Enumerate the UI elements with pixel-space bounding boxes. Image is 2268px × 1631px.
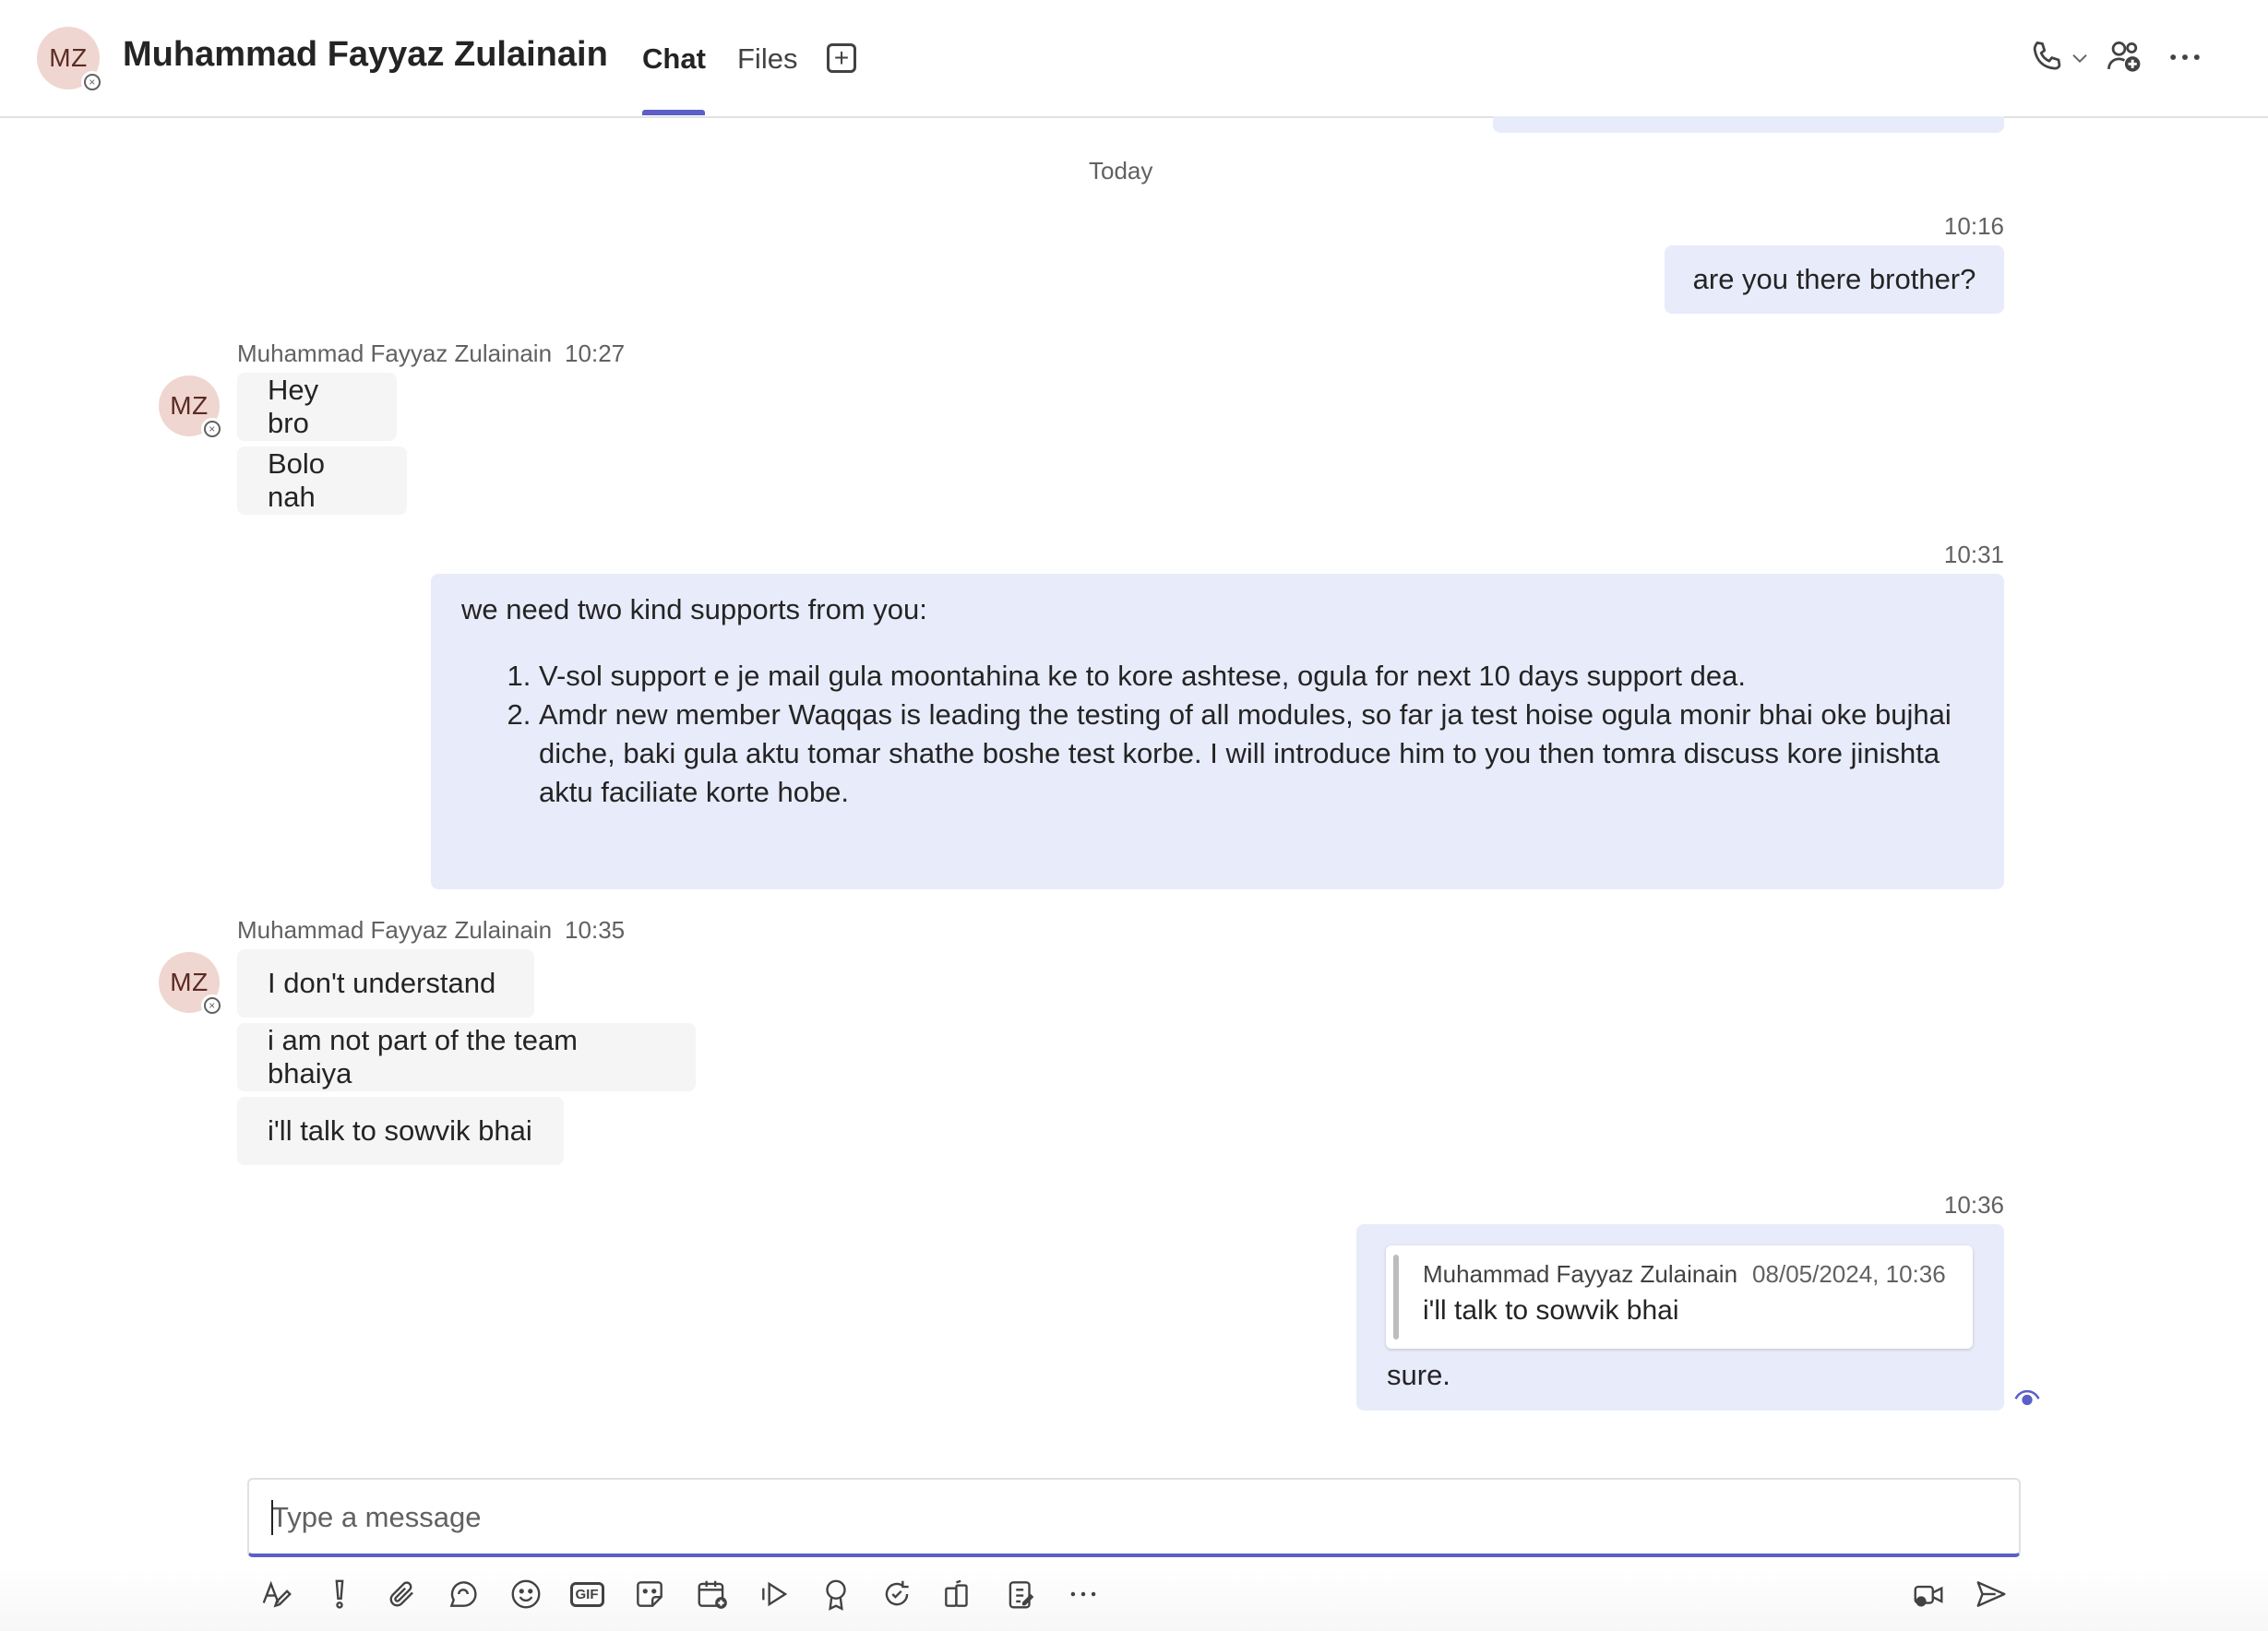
quote-header: Muhammad Fayyaz Zulainain 08/05/2024, 10:… — [1423, 1260, 1946, 1289]
emoji-icon[interactable] — [506, 1574, 546, 1614]
clipboard-icon[interactable] — [1000, 1574, 1041, 1614]
message-bubble-incoming[interactable]: I don't understand — [237, 949, 534, 1018]
video-message-icon[interactable] — [1908, 1574, 1949, 1614]
quote-bar — [1393, 1255, 1399, 1339]
quoted-reply[interactable]: Muhammad Fayyaz Zulainain 08/05/2024, 10:… — [1386, 1245, 1973, 1349]
avatar[interactable]: MZ × — [159, 375, 223, 440]
tab-chat[interactable]: Chat — [642, 42, 706, 76]
day-separator: Today — [1089, 157, 1153, 185]
status-offline-icon: × — [201, 418, 223, 440]
quote-timestamp: 08/05/2024, 10:36 — [1752, 1260, 1946, 1288]
sticker-icon[interactable] — [629, 1574, 670, 1614]
more-icon[interactable] — [2165, 37, 2205, 77]
schedule-meeting-icon[interactable] — [692, 1574, 733, 1614]
list-item: Amdr new member Waqqas is leading the te… — [539, 696, 1974, 812]
message-text: we need two kind supports from you: — [461, 593, 927, 625]
message-bubble-incoming[interactable]: Hey bro — [237, 373, 397, 441]
message-text: i am not part of the team bhaiya — [268, 1024, 579, 1089]
message-bubble-outgoing[interactable]: are you there brother? — [1665, 245, 2004, 314]
message-bubble-outgoing[interactable]: we need two kind supports from you: V-so… — [431, 574, 2004, 889]
sender-name: Muhammad Fayyaz Zulainain — [237, 339, 553, 367]
message-text: are you there brother? — [1692, 263, 1976, 295]
message-text: Bolo nah — [268, 447, 326, 513]
avatar[interactable]: MZ × — [37, 27, 103, 93]
send-icon[interactable] — [1971, 1574, 2011, 1614]
previous-message-bubble — [1493, 116, 2004, 133]
message-input[interactable] — [271, 1496, 1987, 1539]
message-text: Hey bro — [268, 374, 319, 439]
message-list: V-sol support e je mail gula moontahina … — [461, 657, 1974, 812]
message-text: sure. — [1387, 1359, 1450, 1391]
active-tab-indicator — [642, 110, 705, 115]
list-item: V-sol support e je mail gula moontahina … — [539, 657, 1974, 696]
chevron-down-icon[interactable] — [2067, 37, 2093, 77]
message-bubble-incoming[interactable]: Bolo nah — [237, 446, 407, 515]
gif-label: GIF — [569, 1581, 604, 1607]
avatar[interactable]: MZ × — [159, 952, 223, 1017]
avatar-initials: MZ — [170, 968, 209, 996]
tab-files[interactable]: Files — [737, 42, 797, 76]
sender-line: Muhammad Fayyaz Zulainain 10:35 — [237, 916, 625, 945]
gif-icon[interactable]: GIF — [567, 1574, 607, 1614]
text-caret — [271, 1500, 273, 1535]
chat-header: MZ × Muhammad Fayyaz Zulainain Chat File… — [0, 0, 2268, 118]
apps-icon[interactable] — [937, 1574, 978, 1614]
phone-icon[interactable] — [2026, 37, 2067, 77]
avatar-initials: MZ — [170, 391, 209, 420]
sender-line: Muhammad Fayyaz Zulainain 10:27 — [237, 339, 625, 368]
chat-title: Muhammad Fayyaz Zulainain — [123, 35, 608, 74]
message-timestamp: 10:16 — [1943, 212, 2004, 240]
message-timestamp: 10:35 — [565, 916, 626, 944]
status-offline-icon: × — [81, 71, 103, 93]
message-timestamp: 10:31 — [1943, 541, 2004, 568]
more-options-icon[interactable] — [1063, 1574, 1104, 1614]
update-icon[interactable] — [877, 1574, 917, 1614]
message-text: i'll talk to sowvik bhai — [268, 1114, 532, 1147]
status-offline-icon: × — [201, 994, 223, 1017]
message-timestamp: 10:36 — [1943, 1191, 2004, 1219]
sender-name: Muhammad Fayyaz Zulainain — [237, 916, 553, 944]
important-icon[interactable] — [319, 1574, 360, 1614]
quote-text: i'll talk to sowvik bhai — [1423, 1295, 1679, 1326]
format-icon[interactable] — [257, 1574, 297, 1614]
message-bubble-incoming[interactable]: i am not part of the team bhaiya — [237, 1023, 696, 1091]
message-timestamp: 10:27 — [565, 339, 626, 367]
loop-icon[interactable] — [443, 1574, 483, 1614]
add-tab-icon[interactable]: + — [827, 43, 856, 73]
add-people-icon[interactable] — [2104, 37, 2144, 77]
message-bubble-incoming[interactable]: i'll talk to sowvik bhai — [237, 1097, 564, 1165]
message-text: I don't understand — [268, 967, 496, 999]
avatar-initials: MZ — [49, 43, 88, 72]
compose-box[interactable] — [247, 1478, 2021, 1557]
attach-icon[interactable] — [382, 1574, 423, 1614]
read-receipt-icon — [2013, 1384, 2041, 1411]
stream-icon[interactable] — [755, 1574, 795, 1614]
quote-sender: Muhammad Fayyaz Zulainain — [1423, 1260, 1738, 1288]
praise-icon[interactable] — [816, 1574, 856, 1614]
